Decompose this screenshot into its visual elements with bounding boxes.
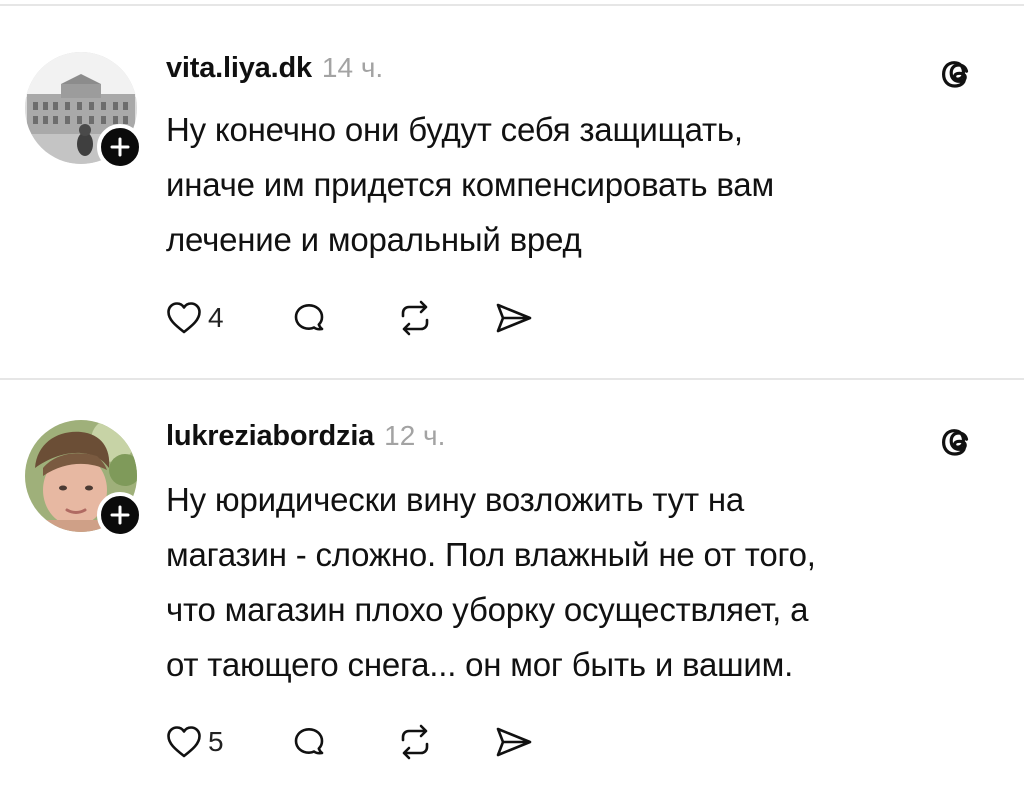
- post-text-line: что магазин плохо уборку осуществляет, а: [166, 591, 809, 628]
- like-count: 4: [208, 302, 224, 333]
- post-text: Ну конечно они будут себя защищать, инач…: [166, 102, 986, 267]
- follow-button[interactable]: [97, 124, 143, 170]
- comment-icon: [294, 304, 324, 331]
- post-text-line: Ну юридически вину возложить тут на: [166, 481, 745, 518]
- repost-button[interactable]: [395, 299, 493, 337]
- thread-post: lukreziabordzia 12 ч. Ну юридически вину…: [0, 380, 1024, 795]
- repost-icon: [401, 724, 429, 760]
- share-button[interactable]: [493, 724, 535, 760]
- comment-button[interactable]: [290, 299, 395, 337]
- post-time: 14 ч.: [321, 52, 384, 83]
- action-bar: 5: [166, 720, 535, 764]
- share-button[interactable]: [493, 300, 535, 336]
- post-text-line: Ну конечно они будут себя защищать,: [166, 111, 743, 148]
- post-text-line: магазин - сложно. Пол влажный не от того…: [166, 536, 816, 573]
- username[interactable]: lukreziabordzia: [166, 420, 374, 453]
- threads-logo-icon[interactable]: [938, 52, 980, 94]
- heart-icon: [167, 302, 201, 334]
- post-text-line: иначе им придется компенсировать вам: [166, 166, 774, 203]
- heart-icon: [167, 726, 201, 758]
- follow-button[interactable]: [97, 492, 143, 538]
- repost-button[interactable]: [395, 723, 493, 761]
- share-icon: [496, 727, 532, 757]
- threads-logo-icon[interactable]: [938, 420, 980, 462]
- post-text: Ну юридически вину возложить тут на мага…: [166, 472, 986, 692]
- comment-icon: [294, 728, 324, 755]
- share-icon: [496, 303, 532, 333]
- post-header: lukreziabordzia 12 ч.: [166, 420, 445, 456]
- plus-icon: [110, 505, 130, 525]
- repost-icon: [401, 300, 429, 336]
- like-count: 5: [208, 726, 224, 757]
- post-header: vita.liya.dk 14 ч.: [166, 52, 383, 88]
- plus-icon: [110, 137, 130, 157]
- post-text-line: от тающего снега... он мог быть и вашим.: [166, 646, 794, 683]
- thread-post: vita.liya.dk 14 ч. Ну конечно они будут …: [0, 0, 1024, 378]
- avatar-container[interactable]: [25, 52, 143, 170]
- username[interactable]: vita.liya.dk: [166, 52, 312, 85]
- like-button[interactable]: 5: [166, 725, 290, 759]
- post-time: 12 ч.: [384, 420, 446, 451]
- avatar-container[interactable]: [25, 420, 143, 538]
- comment-button[interactable]: [290, 723, 395, 761]
- action-bar: 4: [166, 296, 535, 340]
- post-text-line: лечение и моральный вред: [166, 221, 582, 258]
- like-button[interactable]: 4: [166, 301, 290, 335]
